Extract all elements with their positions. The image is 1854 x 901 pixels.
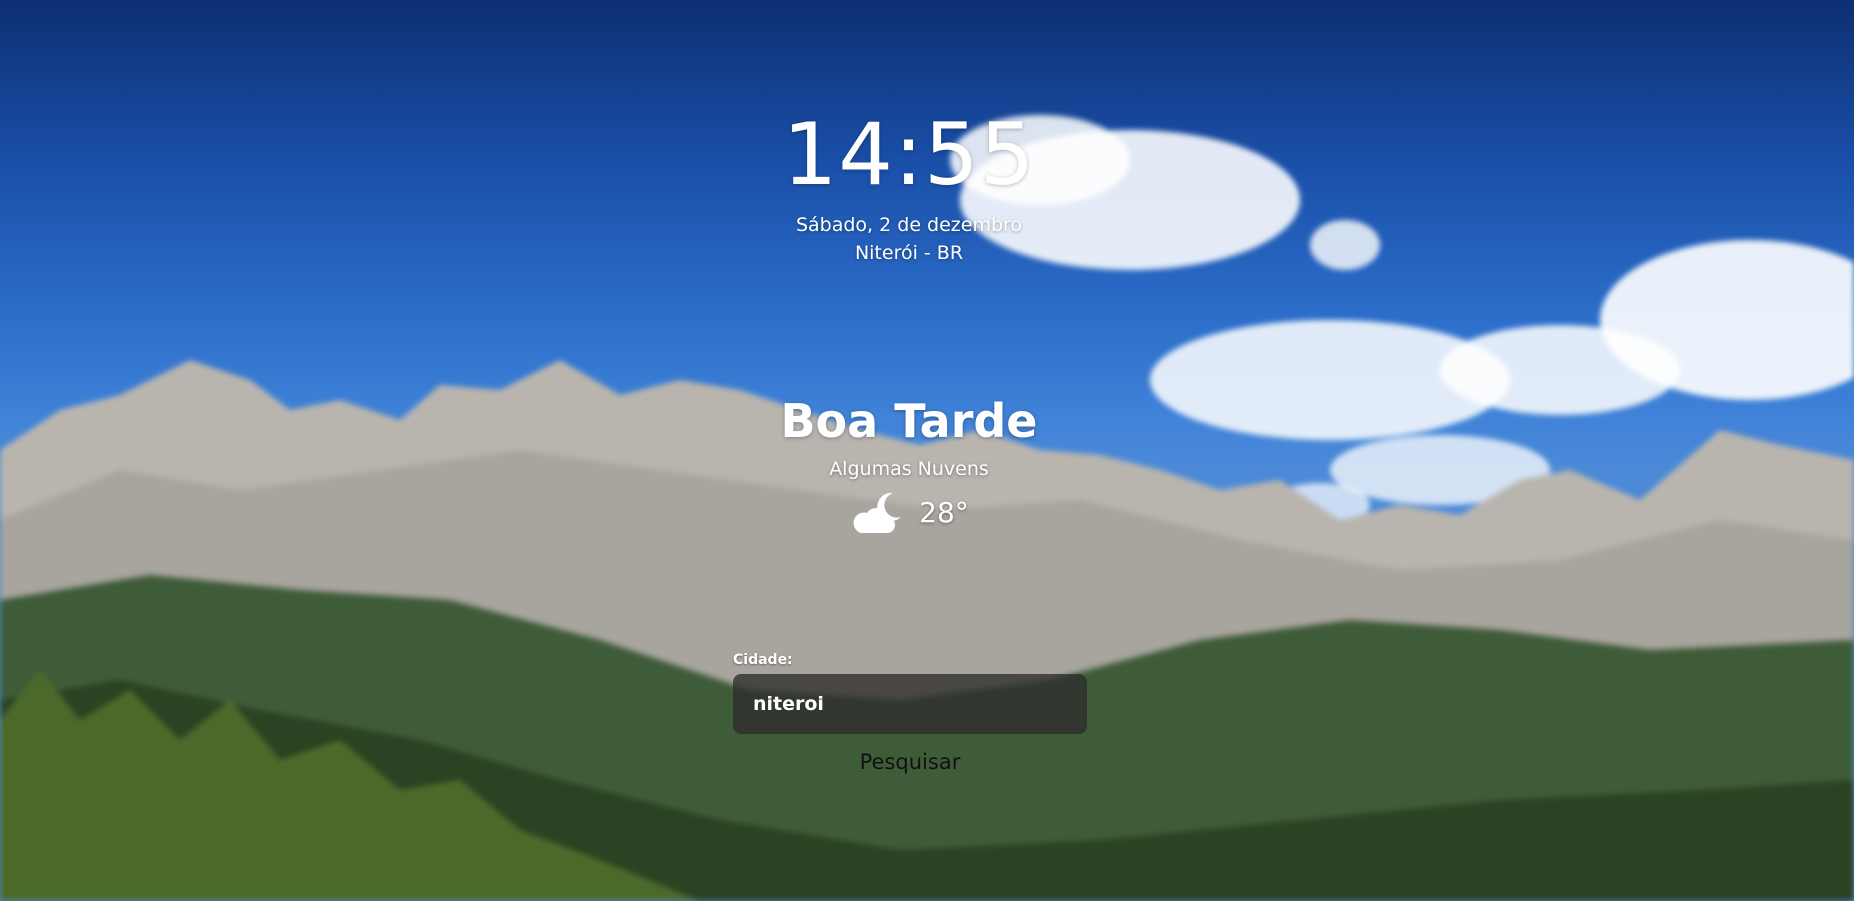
clock-time: 14:55 [782,105,1036,205]
search-button[interactable]: Pesquisar [733,747,1087,777]
city-field-label: Cidade: [733,652,793,668]
city-search-form: Cidade: Pesquisar [733,652,1087,774]
current-date: Sábado, 2 de dezembro [795,214,1023,236]
weather-summary: 28° [0,488,1818,538]
weather-condition: Algumas Nuvens [829,458,989,480]
current-location: Niterói - BR [854,242,964,264]
temperature-value: 28° [919,496,969,529]
greeting-text: Boa Tarde [780,394,1038,448]
city-input[interactable] [733,674,1087,734]
cloud-moon-icon [853,492,902,533]
